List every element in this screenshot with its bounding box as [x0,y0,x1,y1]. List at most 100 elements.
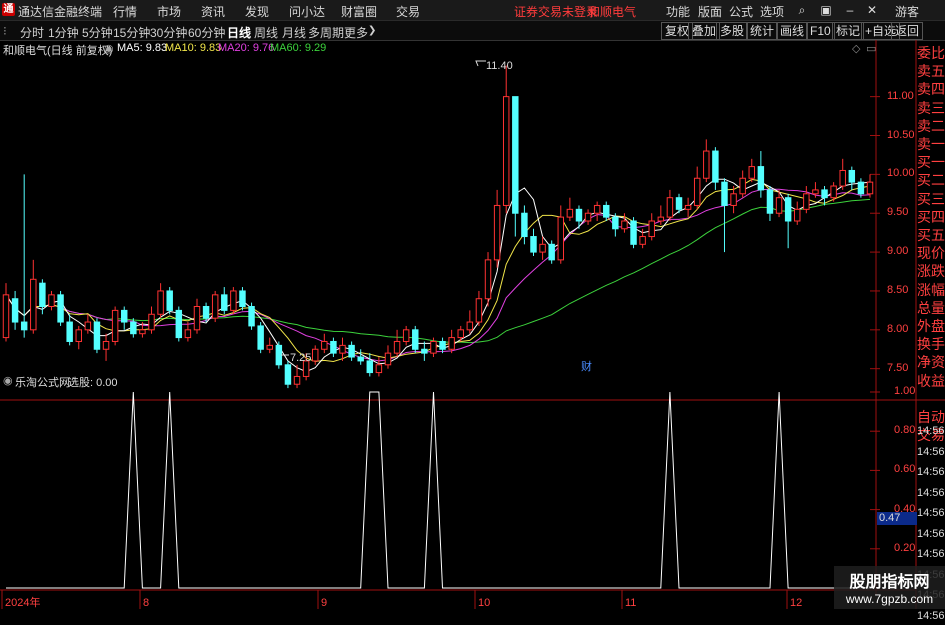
menu-trade[interactable]: 交易 [396,3,420,20]
right-panel-item[interactable]: 14:56 [915,607,945,625]
period-multi[interactable]: 多周期 [308,24,344,41]
period-60min[interactable]: 60分钟 [188,24,225,41]
right-panel-item[interactable]: 卖二 [915,117,945,135]
period-toolbar: ⁝ 分时 1分钟 5分钟 15分钟 30分钟 60分钟 日线 周线 月线 多周期… [0,21,945,41]
period-intraday[interactable]: 分时 [20,24,44,41]
menu-formula[interactable]: 公式 [729,3,753,20]
candle-body [330,340,337,354]
candle-body [675,197,683,210]
right-panel-item[interactable]: 14:56 [915,422,945,440]
menu-quotes[interactable]: 行情 [113,3,137,20]
login-warning[interactable]: 证券交易未登录 [514,3,598,20]
right-panel-item[interactable]: 现价 [915,244,945,262]
candle-body [257,325,264,350]
right-panel-item[interactable]: 总量 [915,299,945,317]
candle-body [512,96,519,214]
period-monthly[interactable]: 月线 [282,24,306,41]
menu-market[interactable]: 市场 [157,3,181,20]
btn-draw-line[interactable]: 画线 [776,22,809,40]
right-panel-item[interactable]: 涨跌 [915,262,945,280]
btn-f10[interactable]: F10 [806,22,835,40]
candle-body [603,204,610,218]
right-panel-item[interactable]: 委比 [915,44,945,62]
right-panel-item[interactable]: 涨幅 [915,281,945,299]
btn-back[interactable]: 返回 [891,22,924,40]
candle-body [566,208,574,218]
minimize-icon[interactable]: – [842,2,858,18]
candle-body [521,212,528,238]
candle-body [357,356,364,362]
candle-body [102,340,110,350]
sub-chart-title[interactable]: 乐淘公式网 [15,374,70,390]
right-panel-item[interactable]: 14:56 [915,525,945,543]
ma60-line [5,198,871,344]
candle-body [766,189,774,214]
candle-body [757,166,765,191]
x-axis-label: 8 [143,597,149,609]
period-more[interactable]: 更多 [344,24,368,41]
candle-body [648,220,655,238]
low-price-label: 7.25 [290,352,311,364]
right-panel-item[interactable]: 收益 [915,372,945,390]
candle-body [93,321,101,350]
event-marker[interactable]: 财 [581,359,592,373]
menu-wealth-circle[interactable]: 财富圈 [341,3,377,20]
price-axis-label: 8.50 [887,283,909,296]
right-panel-item[interactable]: 买二 [915,171,945,189]
period-1min[interactable]: 1分钟 [48,24,79,41]
period-5min[interactable]: 5分钟 [82,24,113,41]
right-panel-item[interactable]: 卖三 [915,99,945,117]
candle-body [202,306,210,319]
btn-mark[interactable]: 标记 [832,22,865,40]
menu-layout[interactable]: 版面 [698,3,722,20]
right-panel-item[interactable]: 卖一 [915,135,945,153]
right-panel-item[interactable]: 14:56 [915,545,945,563]
menu-options[interactable]: 选项 [760,3,784,20]
gift-icon[interactable]: ▣ [818,2,834,18]
candle-body [430,340,437,354]
candle-body [539,243,546,253]
btn-statistics[interactable]: 统计 [746,22,779,40]
menu-discover[interactable]: 发现 [245,3,269,20]
right-panel-item[interactable]: 净资 [915,353,945,371]
right-panel-item[interactable]: 14:56 [915,443,945,461]
candle-body [639,236,646,245]
candle-body [66,321,73,342]
menu-function[interactable]: 功能 [666,3,690,20]
menu-news[interactable]: 资讯 [201,3,225,20]
chart-canvas[interactable]: 2024年 8 9 10 11 12 财 11.40 7.25 [0,40,945,609]
candle-body [630,220,637,245]
period-30min[interactable]: 30分钟 [150,24,187,41]
sub-chart-toggle-icon[interactable]: ◉ [3,374,13,387]
candle-body [457,329,464,339]
right-panel-item[interactable]: 换手 [915,335,945,353]
right-panel-item[interactable]: 外盘 [915,317,945,335]
btn-multi-stock[interactable]: 多股 [716,22,749,40]
guest-user[interactable]: 游客 [895,3,919,20]
sub-chart-current-value: 0.47 [877,512,917,525]
right-panel-item[interactable]: 卖四 [915,80,945,98]
close-icon[interactable]: ✕ [864,2,880,18]
right-panel-item[interactable]: 14:56 [915,484,945,502]
search-icon[interactable]: ⌕ [794,2,810,18]
right-panel-item[interactable]: 买三 [915,190,945,208]
period-15min[interactable]: 15分钟 [113,24,150,41]
right-panel-item[interactable]: 买一 [915,153,945,171]
period-daily[interactable]: 日线 [227,24,251,41]
candle-body [475,298,483,323]
right-panel-item[interactable]: 买四 [915,208,945,226]
candle-body [11,298,19,323]
candle-body [148,313,155,331]
signal-line [6,391,870,589]
price-axis-label: 10.50 [887,128,915,141]
right-panel-item[interactable]: 买五 [915,226,945,244]
period-weekly[interactable]: 周线 [254,24,278,41]
right-panel-item[interactable]: 14:56 [915,504,945,522]
candle-body [803,193,810,210]
right-panel-item[interactable]: 14:56 [915,463,945,481]
chevron-right-icon[interactable]: ❯ [368,25,376,36]
x-axis-label: 12 [790,597,802,609]
right-panel-item[interactable]: 卖五 [915,62,945,80]
menu-ask-xiaoda[interactable]: 问小达 [289,3,325,20]
toolbar-grip-icon: ⁝ [3,24,7,38]
